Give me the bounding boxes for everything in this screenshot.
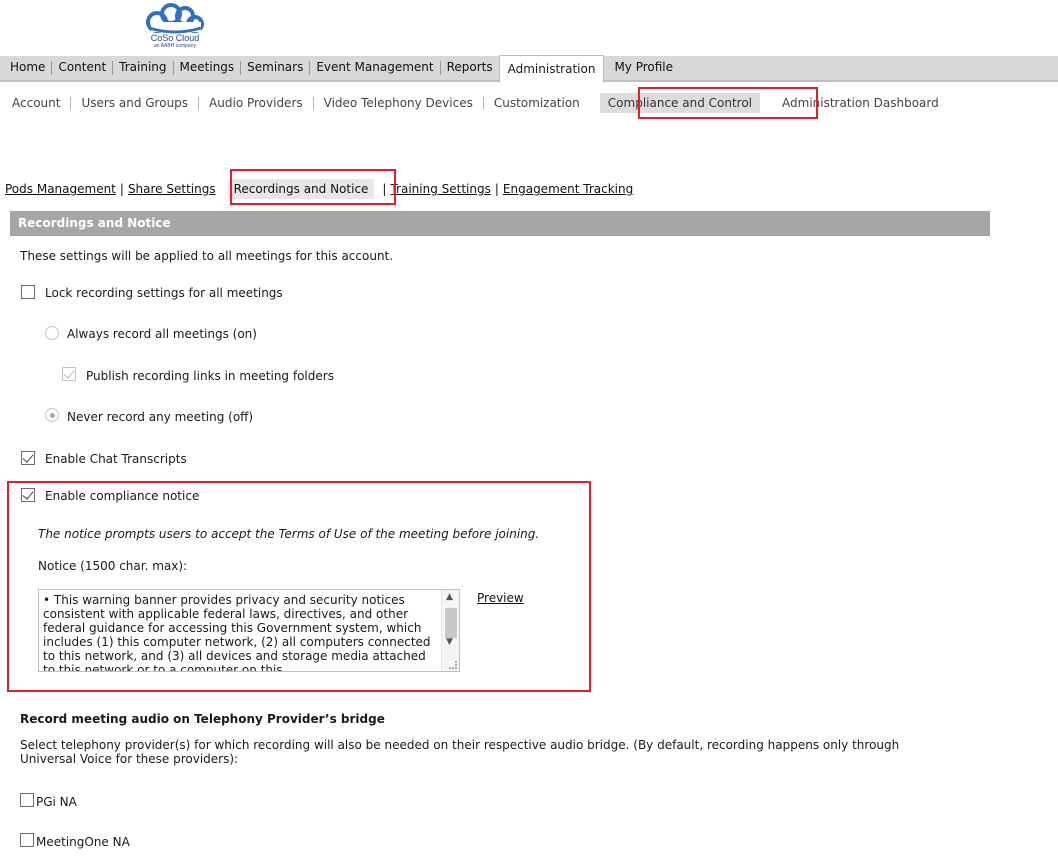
- always-record-radio[interactable]: [45, 326, 59, 340]
- section-title: Recordings and Notice: [10, 211, 990, 236]
- lock-recording-checkbox[interactable]: [21, 285, 35, 299]
- scroll-down-icon[interactable]: ▼: [446, 637, 453, 647]
- subnav-audio-providers[interactable]: Audio Providers: [199, 96, 314, 110]
- logo-subtext: an AABH company: [154, 43, 196, 49]
- meetingone-na-label: MeetingOne NA: [36, 835, 130, 849]
- highlight-box-recordings-tab: [230, 169, 396, 205]
- main-nav: Home Content Training Meetings Seminars …: [0, 55, 1058, 83]
- scroll-thumb[interactable]: [445, 608, 457, 638]
- compliance-notice-label: Enable compliance notice: [45, 489, 200, 503]
- tab-training-settings[interactable]: Training Settings: [390, 182, 490, 196]
- record-audio-heading: Record meeting audio on Telephony Provid…: [20, 712, 385, 726]
- always-record-label: Always record all meetings (on): [67, 327, 257, 341]
- compliance-notice-checkbox[interactable]: [21, 488, 35, 502]
- resize-grip-icon[interactable]: [449, 661, 457, 669]
- pgi-na-checkbox[interactable]: [20, 793, 34, 807]
- nav-event-management[interactable]: Event Management: [310, 61, 441, 75]
- scroll-up-icon[interactable]: ▲: [446, 592, 453, 602]
- notice-label: Notice (1500 char. max):: [38, 559, 188, 573]
- notice-scrollbar[interactable]: ▲ ▼: [441, 590, 459, 671]
- chat-transcripts-checkbox[interactable]: [21, 451, 35, 465]
- record-audio-desc-line-1: Select telephony provider(s) for which r…: [20, 738, 900, 752]
- compliance-description: The notice prompts users to accept the T…: [38, 527, 540, 541]
- sub-nav: Account Users and Groups Audio Providers…: [0, 86, 1058, 120]
- lock-recording-label: Lock recording settings for all meetings: [45, 286, 283, 300]
- notice-textarea[interactable]: • This warning banner provides privacy a…: [38, 589, 460, 672]
- nav-administration[interactable]: Administration: [498, 55, 605, 83]
- subnav-account[interactable]: Account: [0, 96, 72, 110]
- intro-text: These settings will be applied to all me…: [20, 249, 394, 263]
- highlight-box-compliance: [638, 87, 818, 119]
- chat-transcripts-label: Enable Chat Transcripts: [45, 452, 187, 466]
- nav-seminars[interactable]: Seminars: [241, 61, 311, 75]
- pgi-na-label: PGi NA: [36, 795, 77, 809]
- meetingone-na-checkbox[interactable]: [20, 833, 34, 847]
- record-audio-desc-line-2: Universal Voice for these providers):: [20, 752, 239, 766]
- publish-links-checkbox[interactable]: [62, 367, 76, 381]
- tab-separator: |: [494, 182, 499, 196]
- subnav-users-and-groups[interactable]: Users and Groups: [71, 96, 200, 110]
- publish-links-label: Publish recording links in meeting folde…: [86, 369, 334, 383]
- nav-home[interactable]: Home: [0, 61, 53, 75]
- tab-pods-management[interactable]: Pods Management: [5, 182, 116, 196]
- never-record-radio[interactable]: [45, 408, 59, 422]
- logo-text: CoSo Cloud: [150, 33, 200, 43]
- header: CoSo Cloud an AABH company: [0, 0, 1058, 56]
- preview-link[interactable]: Preview: [477, 591, 524, 605]
- nav-content[interactable]: Content: [52, 61, 114, 75]
- subnav-video-telephony-devices[interactable]: Video Telephony Devices: [314, 96, 484, 110]
- notice-text: • This warning banner provides privacy a…: [43, 593, 431, 672]
- tab-separator: |: [119, 182, 124, 196]
- nav-training[interactable]: Training: [113, 61, 174, 75]
- nav-reports[interactable]: Reports: [441, 61, 499, 75]
- tab-engagement-tracking[interactable]: Engagement Tracking: [503, 182, 633, 196]
- nav-my-profile[interactable]: My Profile: [604, 61, 679, 75]
- nav-meetings[interactable]: Meetings: [174, 61, 242, 75]
- never-record-label: Never record any meeting (off): [67, 410, 254, 424]
- tab-share-settings[interactable]: Share Settings: [128, 182, 216, 196]
- subnav-customization[interactable]: Customization: [484, 96, 590, 110]
